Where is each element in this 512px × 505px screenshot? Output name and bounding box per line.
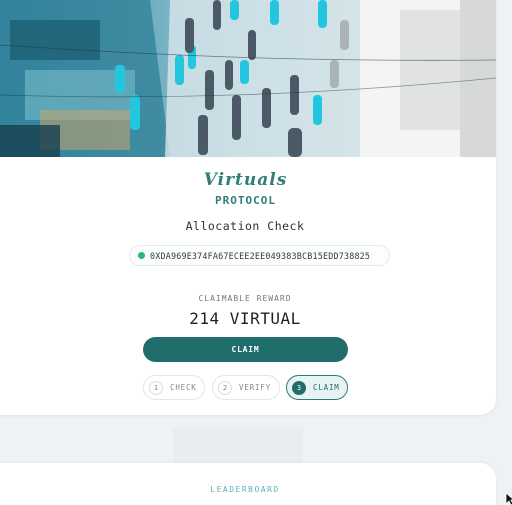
step-number: 3 (292, 380, 306, 395)
step-number: 1 (149, 380, 163, 395)
reward-label: CLAIMABLE REWARD (198, 294, 292, 303)
logo-subtitle: PROTOCOL (215, 194, 276, 207)
step-label: CLAIM (313, 383, 340, 392)
mouse-cursor-icon (505, 492, 512, 505)
progress-steps: 1 CHECK 2 VERIFY 3 CLAIM (0, 375, 496, 400)
step-claim[interactable]: 3 CLAIM (286, 375, 348, 400)
hero-illustration (0, 0, 496, 157)
wallet-address: 0XDA969E374FA67ECEE2EE049383BCB15EDD7388… (150, 250, 371, 261)
page-title: Allocation Check (185, 219, 305, 233)
logo-wordmark: Virtuals (203, 170, 288, 190)
allocation-card: Virtuals PROTOCOL Allocation Check 0XDA9… (0, 0, 496, 415)
virtuals-protocol-logo: Virtuals PROTOCOL (188, 170, 303, 212)
step-check[interactable]: 1 CHECK (143, 375, 205, 400)
reward-amount: 214 VIRTUAL (189, 309, 301, 328)
step-number: 2 (218, 380, 232, 395)
step-label: VERIFY (239, 383, 271, 392)
claim-button[interactable]: CLAIM (143, 337, 348, 362)
step-verify[interactable]: 2 VERIFY (212, 375, 280, 400)
leaderboard-title: LEADERBOARD (210, 485, 280, 494)
connected-status-icon (138, 252, 145, 259)
wallet-address-pill: 0XDA969E374FA67ECEE2EE049383BCB15EDD7388… (129, 245, 390, 266)
leaderboard-card: LEADERBOARD (0, 463, 496, 505)
step-label: CHECK (170, 383, 197, 392)
placeholder-block (173, 427, 303, 463)
